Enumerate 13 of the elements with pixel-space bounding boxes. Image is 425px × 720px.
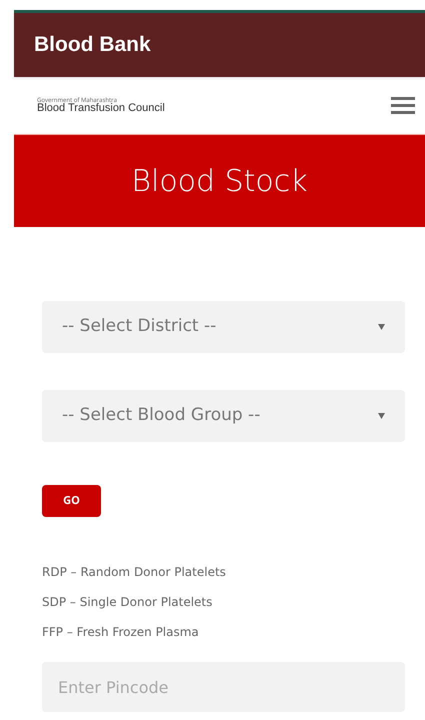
legend-text: SDP – Single Donor Platelets bbox=[42, 594, 214, 611]
select-field[interactable]: -- Select District -- bbox=[42, 301, 405, 353]
legend-text: RDP – Random Donor Platelets bbox=[42, 564, 227, 581]
select-field[interactable]: -- Select Blood Group -- bbox=[42, 390, 405, 442]
dropdown-icon bbox=[378, 324, 385, 330]
pincode-field[interactable]: Enter Pincode bbox=[42, 662, 405, 712]
banner-title: Blood Stock bbox=[131, 162, 308, 200]
brand-name: Blood Transfusion Council bbox=[37, 103, 165, 114]
go-button[interactable]: GO bbox=[42, 485, 101, 517]
legend-text: FFP – Fresh Frozen Plasma bbox=[42, 624, 200, 641]
menu-icon[interactable] bbox=[391, 97, 415, 114]
dropdown-icon bbox=[378, 413, 385, 419]
app-title: Blood Bank bbox=[34, 32, 151, 58]
